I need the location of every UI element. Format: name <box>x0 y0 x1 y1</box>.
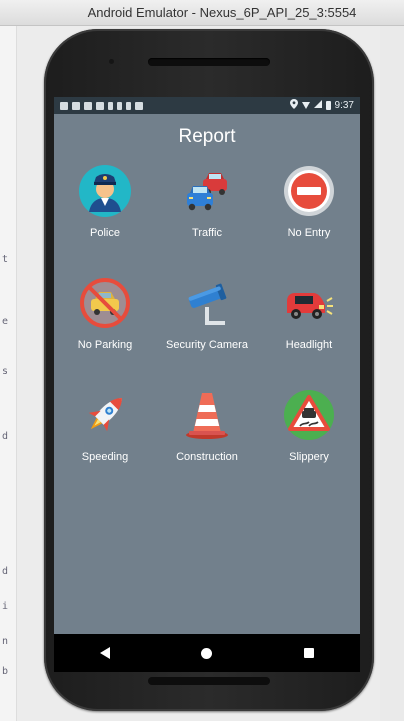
report-item-security-camera[interactable]: Security Camera <box>156 277 258 377</box>
report-item-label: No Parking <box>77 339 133 351</box>
notification-icons <box>60 101 143 110</box>
report-item-traffic[interactable]: Traffic <box>156 165 258 265</box>
report-category-grid: Police Traffic No Entry No Parking Secur… <box>54 159 360 614</box>
background-window-strip-right <box>380 26 404 721</box>
emulator-title-bar: Android Emulator - Nexus_6P_API_25_3:555… <box>0 0 404 26</box>
report-item-label: Speeding <box>81 451 129 463</box>
left-strip-glyph: t <box>2 254 9 265</box>
report-item-label: Construction <box>176 451 238 463</box>
android-nav-bar <box>54 634 360 672</box>
notification-icon <box>60 101 68 110</box>
report-item-slippery[interactable]: Slippery <box>258 389 360 489</box>
app-header: Report <box>54 114 360 159</box>
report-item-label: Police <box>90 227 120 239</box>
rocket-icon <box>88 398 122 432</box>
left-strip-glyph: i <box>2 601 9 612</box>
no-entry-sign-icon <box>284 166 334 216</box>
slippery-road-sign-icon <box>284 390 334 440</box>
wifi-icon <box>301 102 310 109</box>
device-frame: 9:37 Report Police Traffic No Entry No P… <box>44 29 374 711</box>
traffic-cars-icon <box>187 173 227 211</box>
background-window-strip: t e s d d i n b <box>0 26 17 721</box>
no-parking-sign-icon <box>80 278 130 328</box>
report-item-label: Security Camera <box>166 339 248 351</box>
battery-icon <box>325 101 331 110</box>
top-speaker <box>148 58 270 66</box>
traffic-cone-icon <box>186 393 228 439</box>
home-icon[interactable] <box>201 647 213 659</box>
headlight-car-icon <box>287 293 333 319</box>
recent-apps-icon[interactable] <box>304 648 315 658</box>
back-icon[interactable] <box>99 647 110 659</box>
page-title: Report <box>178 125 236 147</box>
report-item-no-entry[interactable]: No Entry <box>258 165 360 265</box>
status-time: 9:37 <box>334 100 354 111</box>
notification-icon <box>117 101 122 110</box>
report-item-no-parking[interactable]: No Parking <box>54 277 156 377</box>
location-icon <box>289 99 298 112</box>
front-camera <box>109 59 114 64</box>
report-item-headlight[interactable]: Headlight <box>258 277 360 377</box>
left-strip-glyph: e <box>2 316 9 327</box>
report-item-label: No Entry <box>287 227 331 239</box>
status-bar: 9:37 <box>54 97 360 114</box>
notification-icon <box>126 101 131 110</box>
left-strip-glyph: d <box>2 431 9 442</box>
notification-icon <box>72 101 80 110</box>
left-strip-glyph: s <box>2 366 9 377</box>
left-strip-glyph: b <box>2 666 9 677</box>
left-strip-glyph: n <box>2 636 9 647</box>
report-item-label: Slippery <box>289 451 329 463</box>
report-item-construction[interactable]: Construction <box>156 389 258 489</box>
left-strip-glyph: d <box>2 566 9 577</box>
device-screen: 9:37 Report Police Traffic No Entry No P… <box>54 97 360 672</box>
notification-icon <box>108 101 113 110</box>
window-title: Android Emulator - Nexus_6P_API_25_3:555… <box>87 5 357 20</box>
police-officer-icon <box>79 165 131 217</box>
security-camera-icon <box>188 283 227 325</box>
sd-card-icon <box>135 101 143 110</box>
report-item-label: Traffic <box>192 227 222 239</box>
notification-icon <box>96 101 104 110</box>
report-item-label: Headlight <box>285 339 333 351</box>
notification-icon <box>84 101 92 110</box>
bottom-speaker <box>148 677 270 685</box>
report-item-police[interactable]: Police <box>54 165 156 265</box>
signal-icon <box>313 100 322 111</box>
report-item-speeding[interactable]: Speeding <box>54 389 156 489</box>
